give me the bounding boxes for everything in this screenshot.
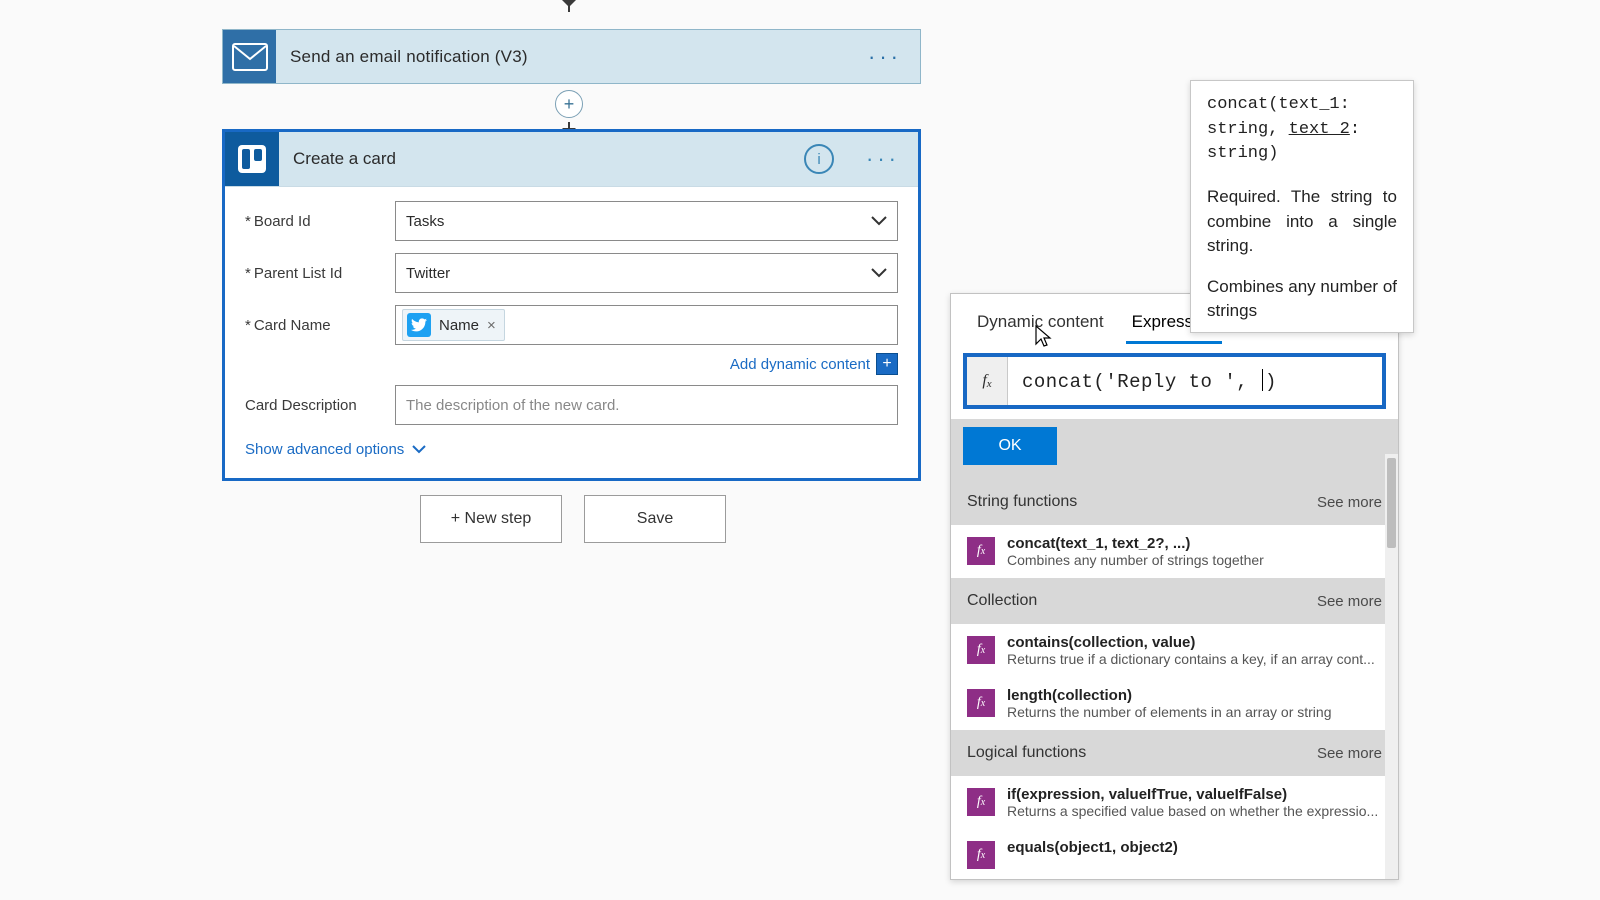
action-card-trello: Create a card i ··· *Board Id Tasks *Par… <box>222 129 921 481</box>
dynamic-token-name[interactable]: Name × <box>402 309 505 341</box>
see-more-link[interactable]: See more <box>1317 494 1382 511</box>
panel-scrollbar[interactable] <box>1385 454 1398 879</box>
chevron-down-icon <box>412 441 426 458</box>
chevron-down-icon <box>871 265 887 282</box>
trello-icon <box>225 132 279 186</box>
fx-description: Returns a specified value based on wheth… <box>1007 803 1382 819</box>
card-name-input[interactable]: Name × <box>395 305 898 345</box>
tooltip-footer: Combines any number of strings <box>1207 275 1397 323</box>
see-more-link[interactable]: See more <box>1317 593 1382 610</box>
tab-dynamic-content[interactable]: Dynamic content <box>963 312 1118 344</box>
tooltip-description: Required. The string to combine into a s… <box>1207 185 1397 259</box>
info-icon[interactable]: i <box>804 144 834 174</box>
field-label-board-id: *Board Id <box>245 213 395 230</box>
fx-signature: if(expression, valueIfTrue, valueIfFalse… <box>1007 786 1382 803</box>
flow-arrow <box>568 0 570 12</box>
fx-signature: equals(object1, object2) <box>1007 839 1382 856</box>
action-title: Create a card <box>279 149 804 169</box>
expression-input[interactable]: fx concat('Reply to ', ) <box>963 353 1386 409</box>
fx-icon: fx <box>967 841 995 869</box>
card-desc-placeholder: The description of the new card. <box>406 397 619 414</box>
fx-icon: fx <box>967 636 995 664</box>
fx-section-title: String functions <box>967 493 1077 511</box>
fx-signature: length(collection) <box>1007 687 1382 704</box>
fx-item[interactable]: fx concat(text_1, text_2?, ...)Combines a… <box>951 525 1398 578</box>
show-advanced-options[interactable]: Show advanced options <box>245 441 898 458</box>
fx-signature: contains(collection, value) <box>1007 634 1382 651</box>
fx-item[interactable]: fx if(expression, valueIfTrue, valueIfFal… <box>951 776 1398 829</box>
fx-icon: fx <box>967 689 995 717</box>
expression-panel: Dynamic content Expression ▲ ▼ fx concat… <box>950 293 1399 880</box>
fx-item[interactable]: fx equals(object1, object2) <box>951 829 1398 879</box>
chevron-down-icon <box>871 213 887 230</box>
board-id-select[interactable]: Tasks <box>395 201 898 241</box>
fx-icon: fx <box>967 788 995 816</box>
board-id-value: Tasks <box>406 213 444 230</box>
save-button[interactable]: Save <box>584 495 726 543</box>
fx-item[interactable]: fx length(collection)Returns the number o… <box>951 677 1398 730</box>
fx-section-title: Collection <box>967 592 1037 610</box>
expression-tooltip: concat(text_1: string, text_2: string) R… <box>1190 80 1414 333</box>
fx-icon: fx <box>967 537 995 565</box>
fx-section-title: Logical functions <box>967 744 1086 762</box>
fx-description: Returns the number of elements in an arr… <box>1007 704 1382 720</box>
fx-signature: concat(text_1, text_2?, ...) <box>1007 535 1382 552</box>
token-remove-button[interactable]: × <box>487 317 496 334</box>
field-label-card-name: *Card Name <box>245 317 395 334</box>
new-step-button[interactable]: + New step <box>420 495 562 543</box>
field-label-card-desc: Card Description <box>245 397 395 414</box>
action-card-email[interactable]: Send an email notification (V3) ··· <box>222 29 921 84</box>
mail-icon <box>223 30 276 83</box>
see-more-link[interactable]: See more <box>1317 745 1382 762</box>
fx-item[interactable]: fx contains(collection, value)Returns tru… <box>951 624 1398 677</box>
twitter-icon <box>407 313 431 337</box>
add-dynamic-content-button[interactable]: + <box>876 353 898 375</box>
fx-description: Combines any number of strings together <box>1007 552 1382 568</box>
add-dynamic-content-link[interactable]: Add dynamic content <box>730 356 870 373</box>
action-menu-button[interactable]: ··· <box>848 146 918 172</box>
insert-step-button[interactable]: + <box>555 90 583 118</box>
ok-button[interactable]: OK <box>963 427 1057 465</box>
field-label-parent-list: *Parent List Id <box>245 265 395 282</box>
tooltip-signature: concat(text_1: string, text_2: string) <box>1207 93 1397 167</box>
card-description-input[interactable]: The description of the new card. <box>395 385 898 425</box>
action-title: Send an email notification (V3) <box>276 47 850 67</box>
fx-icon: fx <box>967 357 1008 405</box>
parent-list-select[interactable]: Twitter <box>395 253 898 293</box>
parent-list-value: Twitter <box>406 265 450 282</box>
action-menu-button[interactable]: ··· <box>850 44 920 70</box>
expression-text: concat('Reply to ', ) <box>1008 369 1382 393</box>
fx-description: Returns true if a dictionary contains a … <box>1007 651 1382 667</box>
